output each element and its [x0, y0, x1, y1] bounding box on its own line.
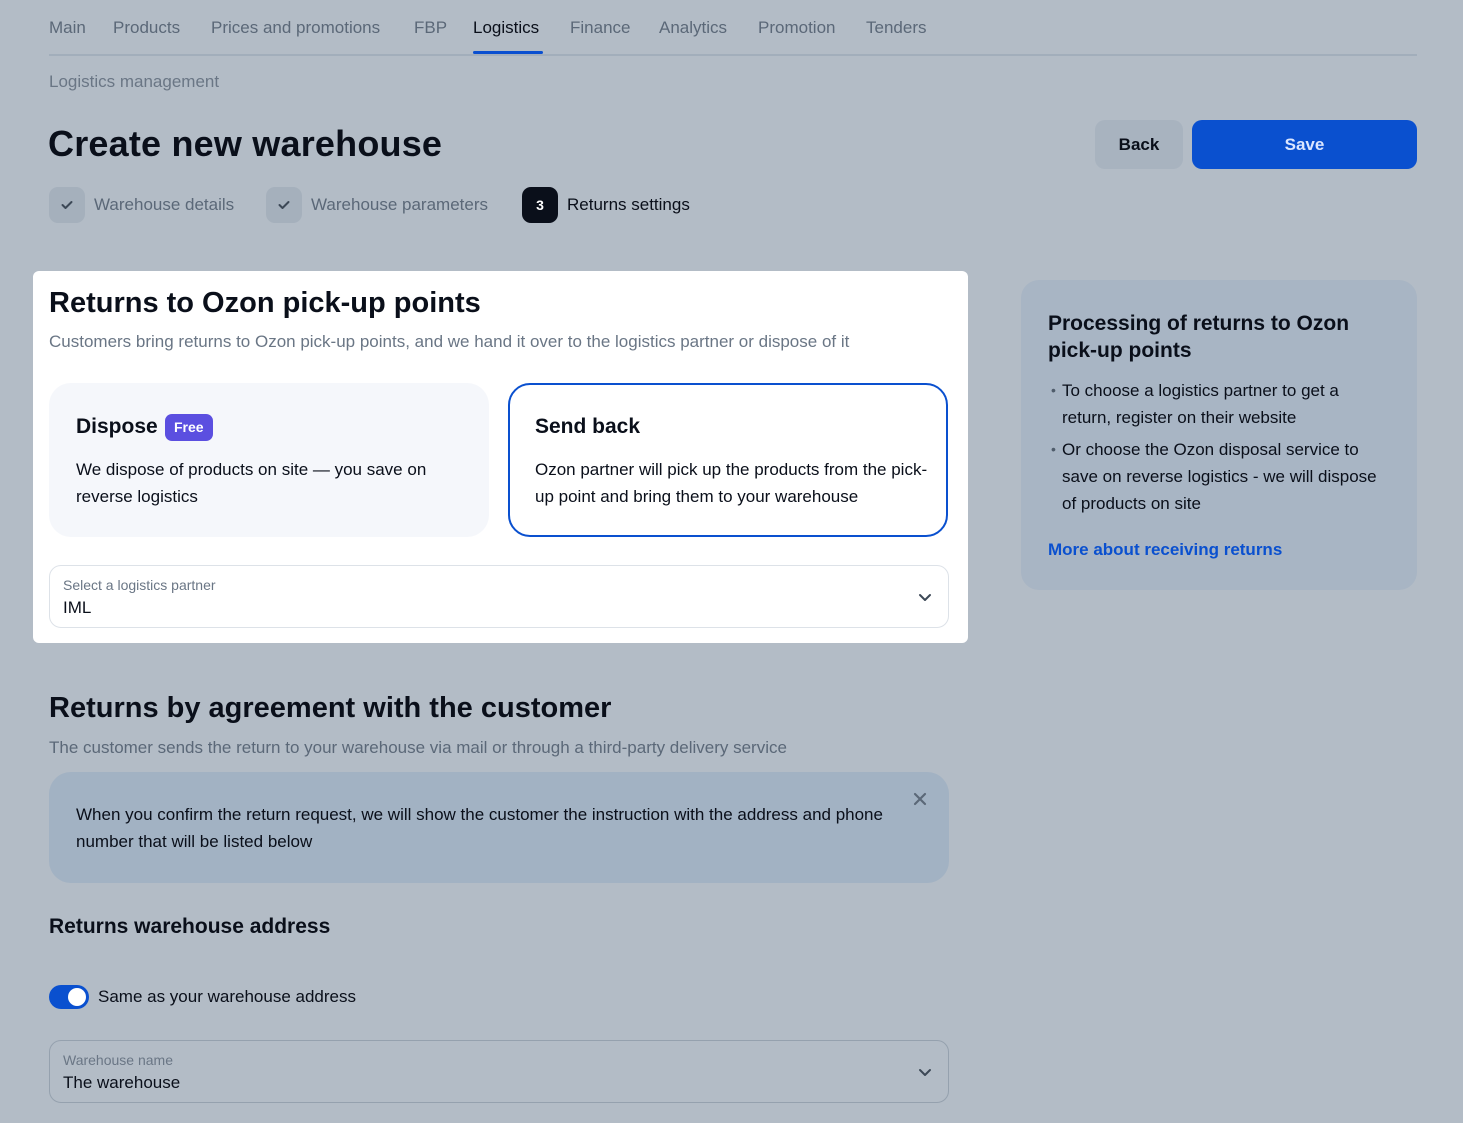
step-warehouse-details[interactable]: Warehouse details — [49, 187, 234, 223]
step-label: Returns settings — [567, 195, 690, 214]
same-address-toggle[interactable] — [49, 985, 89, 1009]
step-warehouse-parameters[interactable]: Warehouse parameters — [266, 187, 488, 223]
section-title: Returns by agreement with the customer — [49, 692, 612, 724]
info-bullet: To choose a logistics partner to get a r… — [1048, 377, 1388, 431]
select-label: Warehouse name — [63, 1052, 173, 1068]
section-subtitle: The customer sends the return to your wa… — [49, 738, 787, 757]
info-list: To choose a logistics partner to get a r… — [1048, 377, 1388, 522]
warehouse-name-select[interactable]: Warehouse name The warehouse — [49, 1040, 949, 1103]
step-label: Warehouse details — [94, 195, 235, 214]
info-title: Processing of returns to Ozon pick-up po… — [1048, 312, 1350, 362]
option-description: We dispose of products on site — you sav… — [76, 460, 427, 506]
more-about-returns-link[interactable]: More about receiving returns — [1048, 539, 1282, 561]
select-label: Select a logistics partner — [63, 577, 216, 593]
step-returns-settings[interactable]: 3 Returns settings — [522, 187, 690, 223]
select-value: IML — [63, 598, 92, 617]
chevron-down-icon — [919, 1069, 931, 1076]
section-title: Returns to Ozon pick-up points — [49, 287, 481, 319]
option-description: Ozon partner will pick up the products f… — [535, 460, 928, 506]
nav-item-prices-and-promotions[interactable]: Prices and promotions — [211, 17, 380, 39]
toggle-knob — [68, 988, 86, 1006]
back-button[interactable]: Back — [1095, 120, 1183, 169]
top-nav: Main Products Prices and promotions FBP … — [49, 0, 1417, 56]
option-title: Dispose — [76, 415, 158, 438]
option-send-back[interactable]: Send back Ozon partner will pick up the … — [508, 383, 948, 537]
pickup-returns-card: Returns to Ozon pick-up points Customers… — [33, 271, 968, 643]
nav-item-finance[interactable]: Finance — [570, 17, 630, 39]
nav-item-fbp[interactable]: FBP — [414, 17, 447, 39]
breadcrumb[interactable]: Logistics management — [49, 71, 219, 93]
section-subtitle: Customers bring returns to Ozon pick-up … — [49, 332, 850, 351]
notice-text: When you confirm the return request, we … — [76, 805, 883, 851]
save-button[interactable]: Save — [1192, 120, 1417, 169]
step-number: 3 — [522, 187, 558, 223]
nav-item-promotion[interactable]: Promotion — [758, 17, 835, 39]
option-dispose[interactable]: Dispose Free We dispose of products on s… — [49, 383, 489, 537]
nav-item-tenders[interactable]: Tenders — [866, 17, 926, 39]
toggle-label: Same as your warehouse address — [98, 987, 356, 1006]
nav-item-logistics[interactable]: Logistics — [473, 17, 539, 39]
step-label: Warehouse parameters — [311, 195, 489, 214]
option-title: Send back — [535, 415, 641, 438]
active-tab-indicator — [473, 51, 543, 54]
check-icon — [49, 187, 85, 223]
logistics-partner-select[interactable]: Select a logistics partner IML — [49, 565, 949, 628]
free-badge: Free — [165, 414, 213, 441]
check-icon — [266, 187, 302, 223]
close-icon[interactable] — [912, 791, 928, 807]
info-card: Processing of returns to Ozon pick-up po… — [1021, 280, 1417, 590]
address-title: Returns warehouse address — [49, 915, 331, 938]
page-title: Create new warehouse — [48, 123, 443, 164]
nav-item-products[interactable]: Products — [113, 17, 180, 39]
chevron-down-icon — [919, 594, 931, 601]
notice-banner: When you confirm the return request, we … — [49, 772, 949, 883]
nav-item-main[interactable]: Main — [49, 17, 86, 39]
select-value: The warehouse — [63, 1073, 181, 1092]
info-bullet: Or choose the Ozon disposal service to s… — [1048, 436, 1388, 517]
nav-item-analytics[interactable]: Analytics — [659, 17, 727, 39]
